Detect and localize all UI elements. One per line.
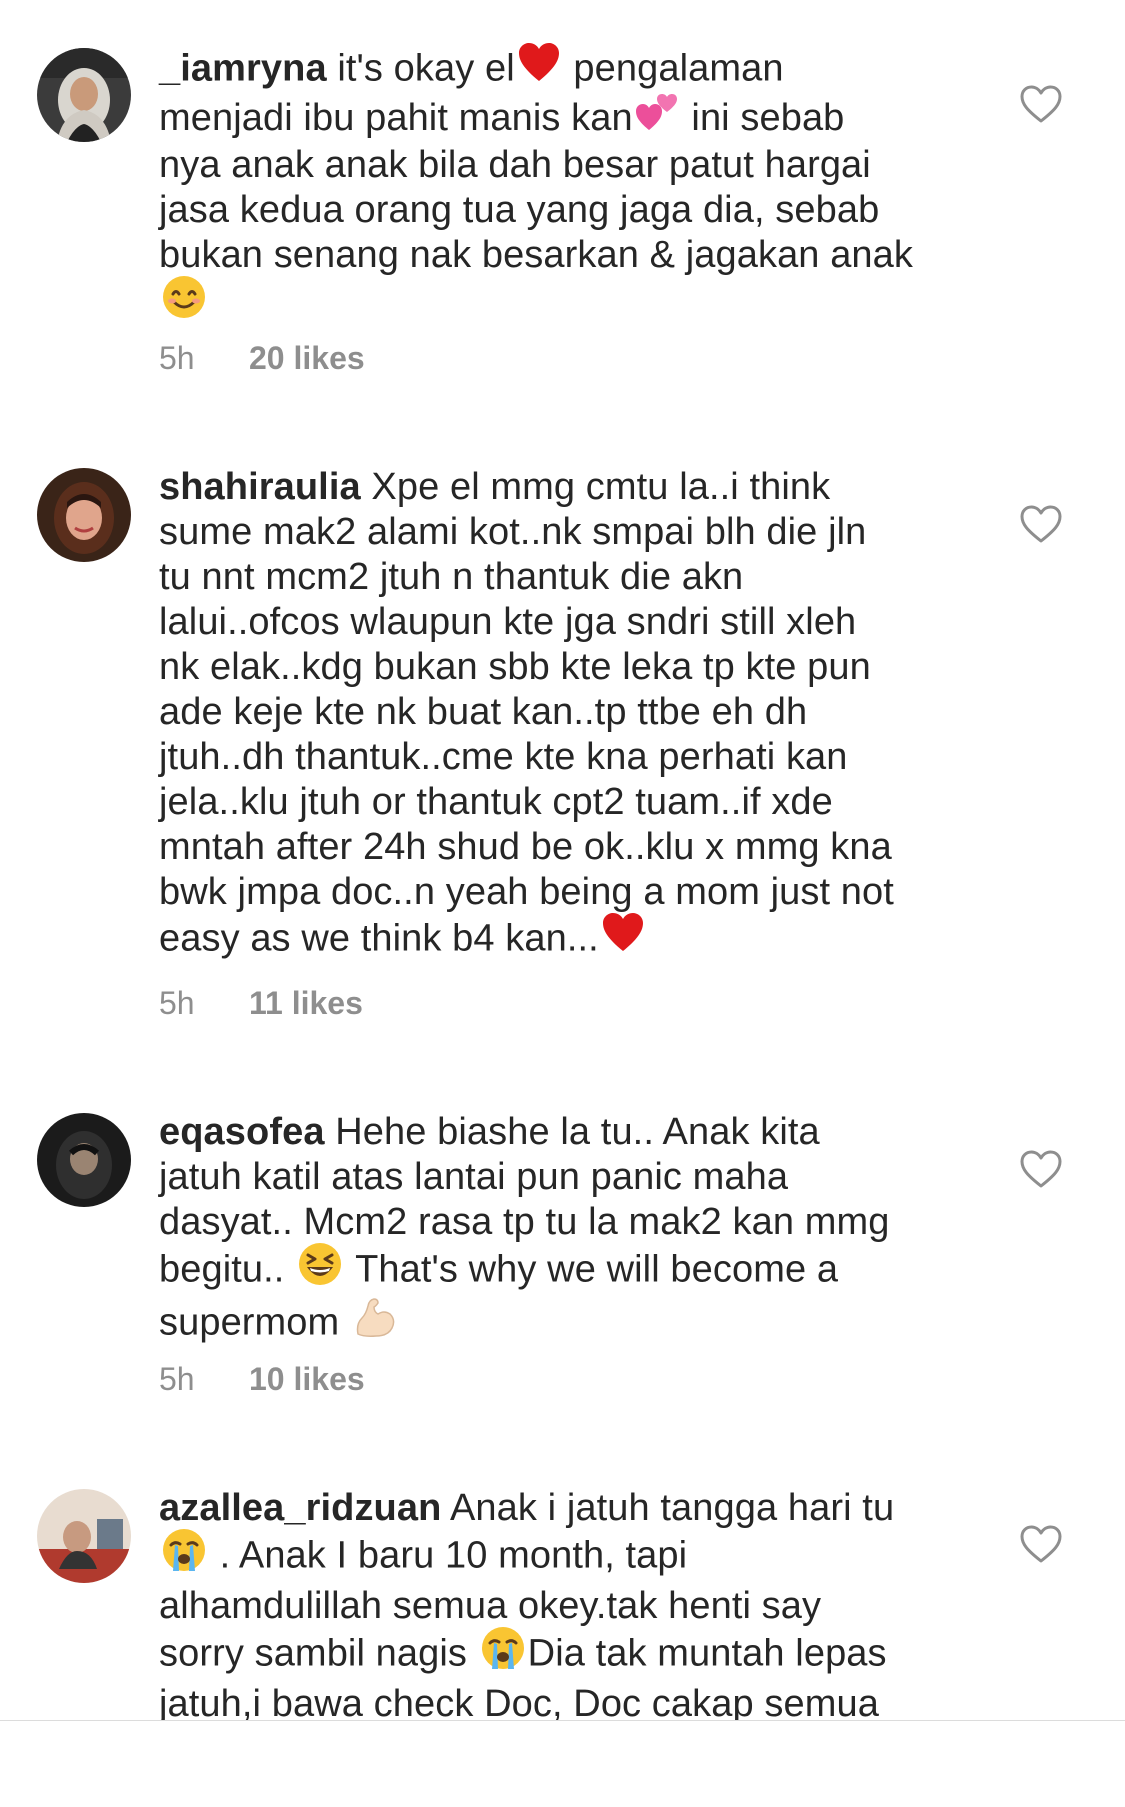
avatar[interactable]	[37, 48, 131, 142]
likes-count[interactable]: 20 likes	[249, 340, 365, 376]
red-heart-icon	[601, 911, 645, 966]
heart-outline-icon	[1020, 1150, 1062, 1188]
loudly-crying-face-icon	[161, 1527, 207, 1584]
grinning-squinting-face-icon	[297, 1241, 343, 1298]
heart-outline-icon	[1020, 1525, 1062, 1563]
comment-text: Xpe el mmg cmtu la..i think sume mak2 al…	[159, 466, 894, 960]
bottom-bar	[0, 1720, 1125, 1807]
comment-body: azallea_ridzuan Anak i jatuh tangga hari…	[159, 1486, 959, 1720]
loudly-crying-face-icon	[480, 1625, 526, 1682]
username[interactable]: azallea_ridzuan	[159, 1487, 441, 1529]
timestamp: 5h	[159, 985, 195, 1021]
smiling-face-icon	[161, 274, 207, 331]
comment-meta: 5h 10 likes	[159, 1361, 365, 1398]
comment-meta: 5h 20 likes	[159, 340, 365, 377]
likes-count[interactable]: 10 likes	[249, 1361, 365, 1397]
username[interactable]: eqasofea	[159, 1111, 325, 1153]
comment-meta: 5h 11 likes	[159, 985, 363, 1022]
comment-text: Anak i jatuh tangga hari tu	[449, 1487, 895, 1529]
avatar[interactable]	[37, 1489, 131, 1583]
heart-outline-icon	[1020, 85, 1062, 123]
comment-body: eqasofea Hehe biashe la tu.. Anak kita j…	[159, 1110, 959, 1351]
like-button[interactable]	[1019, 1149, 1063, 1189]
timestamp: 5h	[159, 1361, 195, 1397]
red-heart-icon	[517, 41, 561, 96]
comment-body: shahiraulia Xpe el mmg cmtu la..i think …	[159, 465, 959, 966]
likes-count[interactable]: 11 likes	[249, 985, 363, 1021]
like-button[interactable]	[1019, 504, 1063, 544]
username[interactable]: shahiraulia	[159, 466, 361, 508]
comments-list: _iamryna it's okay el pengalaman menjadi…	[0, 0, 1125, 1720]
like-button[interactable]	[1019, 84, 1063, 124]
avatar[interactable]	[37, 468, 131, 562]
timestamp: 5h	[159, 340, 195, 376]
comment-body: _iamryna it's okay el pengalaman menjadi…	[159, 43, 959, 331]
username[interactable]: _iamryna	[159, 48, 327, 90]
comment-text: it's okay el	[326, 47, 515, 90]
two-hearts-icon	[635, 92, 679, 143]
like-button[interactable]	[1019, 1524, 1063, 1564]
avatar[interactable]	[37, 1113, 131, 1207]
heart-outline-icon	[1020, 505, 1062, 543]
flexed-biceps-icon	[352, 1294, 398, 1351]
